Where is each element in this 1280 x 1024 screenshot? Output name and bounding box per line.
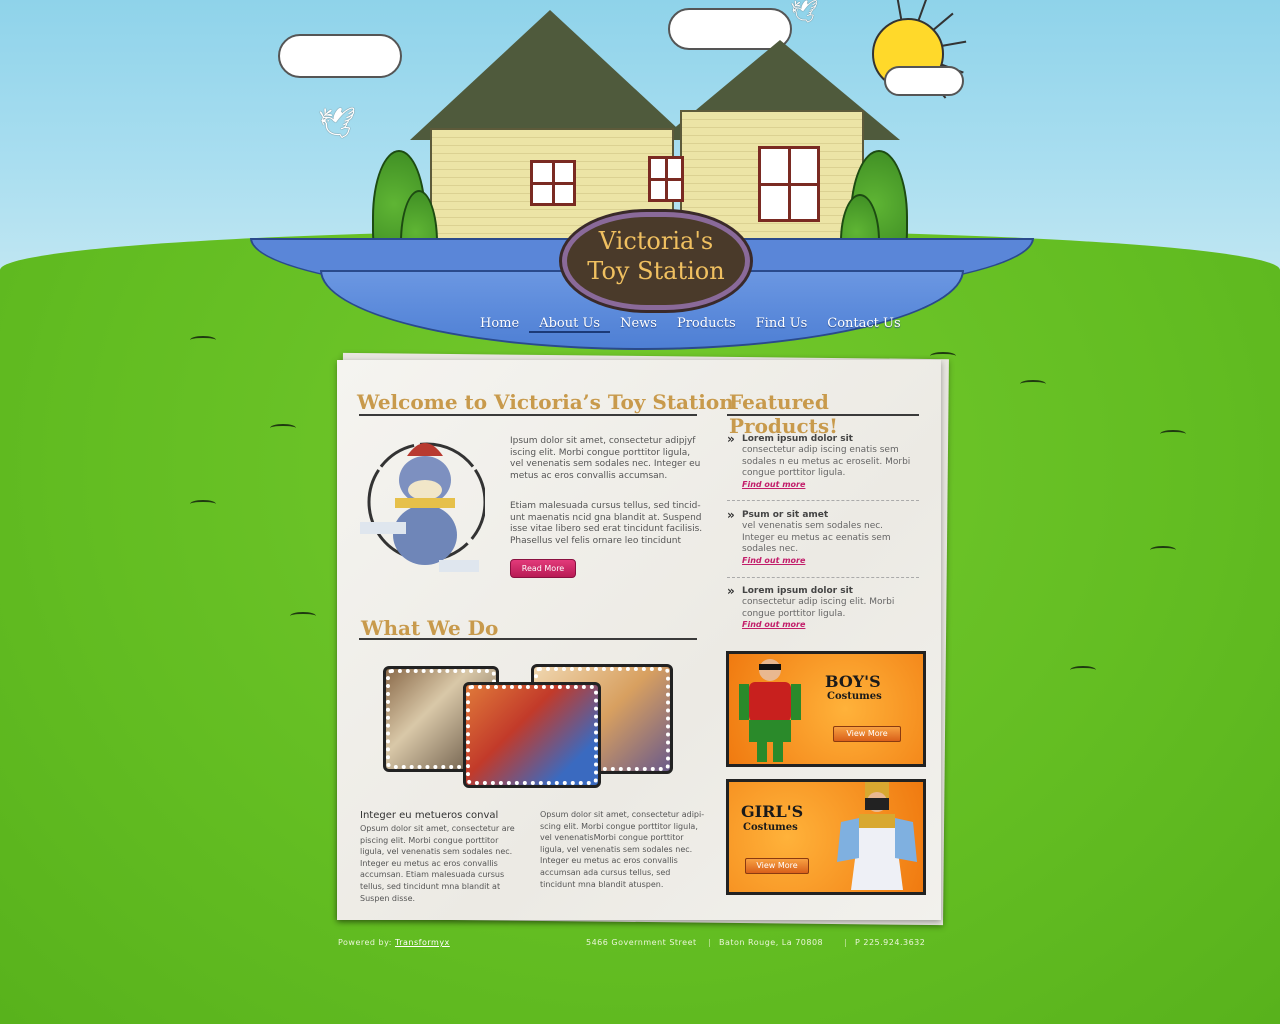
divider bbox=[727, 500, 919, 501]
girls-title: GIRL'S bbox=[741, 802, 804, 821]
girls-subtitle: Costumes bbox=[743, 822, 798, 833]
grass-tuft bbox=[1020, 380, 1046, 388]
content-paper: Welcome to Victoria’s Toy Station Ipsum … bbox=[337, 360, 941, 920]
heading-underline bbox=[359, 638, 697, 640]
boys-view-more-button[interactable]: View More bbox=[833, 726, 901, 742]
welcome-heading: Welcome to Victoria’s Toy Station bbox=[357, 390, 734, 414]
nav-products[interactable]: Products bbox=[667, 316, 746, 333]
what-we-do-col1-body: Opsum dolor sit amet, consectetur are pi… bbox=[360, 824, 515, 903]
featured-item: Lorem ipsum dolor sit consectetur adip i… bbox=[727, 584, 917, 629]
grass-tuft bbox=[1070, 666, 1096, 674]
heading-underline bbox=[359, 414, 697, 416]
find-out-more-link[interactable]: Find out more bbox=[742, 620, 917, 629]
grass-tuft bbox=[1160, 430, 1186, 438]
welcome-paragraph-1: Ipsum dolor sit amet, consectetur adipjy… bbox=[510, 436, 701, 481]
rag-dolls-photo bbox=[463, 682, 601, 788]
house-window bbox=[530, 160, 576, 206]
logo-line-1: Victoria's bbox=[598, 227, 714, 255]
what-we-do-heading: What We Do bbox=[361, 616, 499, 640]
footer-powered: Powered by: Transformyx bbox=[338, 938, 450, 947]
featured-item: Psum or sit amet vel venenatis sem sodal… bbox=[727, 508, 917, 565]
boys-title: BOY'S bbox=[825, 672, 881, 691]
girls-costumes-banner[interactable]: GIRL'S Costumes View More bbox=[726, 779, 926, 895]
nav-contact-us[interactable]: Contact Us bbox=[817, 316, 910, 333]
featured-item-title: Lorem ipsum dolor sit bbox=[727, 432, 917, 446]
footer-city: Baton Rouge, La 70808 bbox=[719, 938, 824, 947]
what-we-do-col2-body: Opsum dolor sit amet, consectetur adipi-… bbox=[540, 810, 705, 889]
logo-sign[interactable]: Victoria's Toy Station bbox=[562, 212, 750, 310]
grass-tuft bbox=[270, 424, 296, 432]
footer-separator: | bbox=[844, 938, 848, 947]
nav-news[interactable]: News bbox=[610, 316, 667, 333]
transformyx-link[interactable]: Transformyx bbox=[395, 938, 450, 947]
featured-item-body: consectetur adip iscing enatis sem sodal… bbox=[742, 445, 911, 478]
footer-phone: P 225.924.3632 bbox=[855, 938, 926, 947]
girl-costume-figure bbox=[837, 782, 917, 890]
find-out-more-link[interactable]: Find out more bbox=[742, 556, 917, 565]
divider bbox=[727, 577, 919, 578]
footer-separator: | bbox=[708, 938, 712, 947]
nav-find-us[interactable]: Find Us bbox=[746, 316, 818, 333]
powered-by-label: Powered by: bbox=[338, 938, 392, 947]
house-roof-left bbox=[410, 10, 690, 140]
grass-tuft bbox=[290, 612, 316, 620]
boys-subtitle: Costumes bbox=[827, 691, 882, 702]
read-more-button[interactable]: Read More bbox=[510, 559, 576, 578]
featured-item-body: consectetur adip iscing elit. Morbi cong… bbox=[742, 597, 895, 619]
logo-line-2: Toy Station bbox=[587, 257, 725, 285]
cloud bbox=[278, 34, 402, 78]
grass-tuft bbox=[190, 500, 216, 508]
grass-tuft bbox=[190, 336, 216, 344]
nav-about-us[interactable]: About Us bbox=[529, 316, 611, 333]
sock-monkey-image bbox=[360, 442, 485, 572]
main-nav: Home About Us News Products Find Us Cont… bbox=[470, 316, 911, 333]
house-window bbox=[758, 146, 820, 222]
what-we-do-col1-title: Integer eu metueros conval bbox=[360, 810, 499, 821]
heading-underline bbox=[727, 414, 919, 416]
grass-tuft bbox=[1150, 546, 1176, 554]
footer-address: 5466 Government Street bbox=[586, 938, 697, 947]
nav-home[interactable]: Home bbox=[470, 316, 529, 333]
boys-costumes-banner[interactable]: BOY'S Costumes View More bbox=[726, 651, 926, 767]
featured-item-title: Psum or sit amet bbox=[727, 508, 917, 522]
featured-item-body: vel venenatis sem sodales nec. Integer e… bbox=[742, 521, 891, 554]
house-window bbox=[648, 156, 684, 202]
featured-item-title: Lorem ipsum dolor sit bbox=[727, 584, 917, 598]
girls-view-more-button[interactable]: View More bbox=[745, 858, 809, 874]
find-out-more-link[interactable]: Find out more bbox=[742, 480, 917, 489]
featured-item: Lorem ipsum dolor sit consectetur adip i… bbox=[727, 432, 917, 489]
welcome-paragraph-2: Etiam malesuada cursus tellus, sed tinci… bbox=[510, 501, 703, 546]
bird-icon: 🕊 bbox=[318, 106, 357, 141]
boy-costume-figure bbox=[739, 659, 801, 762]
